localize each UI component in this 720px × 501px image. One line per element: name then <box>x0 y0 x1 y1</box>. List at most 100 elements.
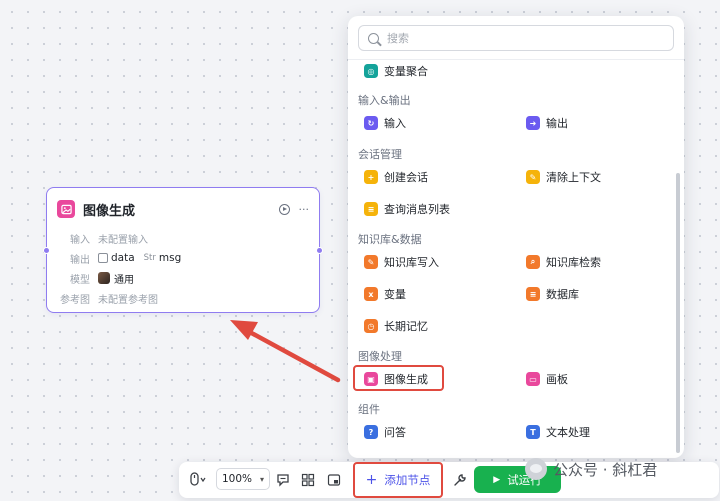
item-kb-search[interactable]: ⌕ 知识库检索 <box>526 253 601 271</box>
kb-write-icon: ✎ <box>364 255 378 269</box>
model-avatar <box>98 272 110 284</box>
node-row-model: 模型 通用 <box>57 268 309 288</box>
chat-search-icon: ≡ <box>364 202 378 216</box>
image-icon <box>57 200 75 218</box>
section-knowledge: 知识库&数据 <box>358 233 422 246</box>
image-generation-node[interactable]: 图像生成 ··· 输入 未配置输入 输出 data Str msg 模型 通用 <box>43 187 323 313</box>
node-row-input: 输入 未配置输入 <box>57 228 309 248</box>
item-create-chat[interactable]: + 创建会话 <box>364 168 428 186</box>
item-label: 图像生成 <box>384 373 428 386</box>
item-variable[interactable]: x 变量 <box>364 285 406 303</box>
item-label: 知识库写入 <box>384 256 439 269</box>
search-icon <box>368 32 379 44</box>
question-icon: ? <box>364 425 378 439</box>
aggregate-icon: ◎ <box>364 64 378 78</box>
model-value: 通用 <box>114 274 134 286</box>
search-placeholder: 搜索 <box>387 32 409 45</box>
item-label: 问答 <box>384 426 406 439</box>
chat-clear-icon: ✎ <box>526 170 540 184</box>
item-long-memory[interactable]: ◷ 长期记忆 <box>364 317 428 335</box>
item-label: 清除上下文 <box>546 171 601 184</box>
memory-icon: ◷ <box>364 319 378 333</box>
chat-add-icon: + <box>364 170 378 184</box>
node-body: 输入 未配置输入 输出 data Str msg 模型 通用 参考图 未配置参考… <box>57 228 309 308</box>
minimap-icon[interactable] <box>325 471 343 489</box>
image-icon: ▣ <box>364 372 378 386</box>
item-label: 变量聚合 <box>384 65 428 78</box>
text-icon: T <box>526 425 540 439</box>
node-header: 图像生成 ··· <box>57 198 309 220</box>
chevron-down-icon: ▾ <box>259 474 264 484</box>
canvas-icon: ▭ <box>526 372 540 386</box>
item-input[interactable]: ↻ 输入 <box>364 114 406 132</box>
reference-value: 未配置参考图 <box>98 294 158 306</box>
node-input-handle[interactable] <box>43 247 50 254</box>
item-label: 输出 <box>546 117 568 130</box>
item-label: 知识库检索 <box>546 256 601 269</box>
play-icon: ▶ <box>493 474 501 485</box>
play-icon[interactable] <box>278 203 290 215</box>
node-output-handle[interactable] <box>316 247 323 254</box>
item-qa[interactable]: ? 问答 <box>364 423 406 441</box>
item-label: 数据库 <box>546 288 579 301</box>
section-component: 组件 <box>358 403 380 416</box>
scrollbar[interactable] <box>676 173 680 453</box>
output-icon: ➜ <box>526 116 540 130</box>
item-canvas[interactable]: ▭ 画板 <box>526 370 568 388</box>
watermark-text: 公众号 · 斜杠君 <box>553 460 658 479</box>
string-type-label: Str <box>143 253 156 263</box>
section-image: 图像处理 <box>358 350 402 363</box>
node-list: ◎ 变量聚合 输入&输出 ↻ 输入 ➜ 输出 会话管理 + 创建会话 ✎ 清除上… <box>348 62 684 458</box>
section-chat: 会话管理 <box>358 148 402 161</box>
item-label: 画板 <box>546 373 568 386</box>
item-label: 创建会话 <box>384 171 428 184</box>
item-text-processing[interactable]: T 文本处理 <box>526 423 590 441</box>
variable-icon: x <box>364 287 378 301</box>
item-database[interactable]: ≡ 数据库 <box>526 285 579 303</box>
item-label: 变量 <box>384 288 406 301</box>
node-actions: ··· <box>278 203 310 216</box>
wechat-logo-icon <box>525 458 547 480</box>
section-io: 输入&输出 <box>358 94 411 107</box>
kb-search-icon: ⌕ <box>526 255 540 269</box>
item-label: 长期记忆 <box>384 320 428 333</box>
more-icon[interactable]: ··· <box>299 203 310 216</box>
add-node-button[interactable]: + 添加节点 <box>353 462 443 498</box>
layout-icon[interactable] <box>299 471 317 489</box>
add-node-label: 添加节点 <box>384 473 431 487</box>
mouse-mode-icon[interactable] <box>187 471 209 489</box>
item-label: 文本处理 <box>546 426 590 439</box>
input-value: 未配置输入 <box>98 234 148 246</box>
item-label: 查询消息列表 <box>384 203 450 216</box>
output-tag-msg: Str msg <box>144 252 182 264</box>
image-type-icon <box>98 253 108 263</box>
node-title: 图像生成 <box>83 203 136 219</box>
input-icon: ↻ <box>364 116 378 130</box>
output-tag-data-name: data <box>111 252 135 264</box>
plus-icon: + <box>365 472 378 488</box>
item-clear-context[interactable]: ✎ 清除上下文 <box>526 168 601 186</box>
item-output[interactable]: ➜ 输出 <box>526 114 568 132</box>
item-image-generation[interactable]: ▣ 图像生成 <box>364 370 428 388</box>
reference-label: 参考图 <box>60 294 90 306</box>
node-row-output: 输出 data Str msg <box>57 248 309 268</box>
search-input[interactable]: 搜索 <box>358 25 674 51</box>
output-tag-data: data <box>98 252 135 264</box>
output-tag-msg-name: msg <box>158 252 182 264</box>
zoom-select[interactable]: 100% ▾ <box>216 468 270 490</box>
watermark: 公众号 · 斜杠君 <box>525 458 657 480</box>
item-kb-write[interactable]: ✎ 知识库写入 <box>364 253 439 271</box>
model-label: 模型 <box>70 274 90 286</box>
item-variable-aggregate[interactable]: ◎ 变量聚合 <box>364 62 428 80</box>
output-label: 输出 <box>70 254 90 266</box>
item-query-messages[interactable]: ≡ 查询消息列表 <box>364 200 450 218</box>
node-picker-panel: 搜索 ◎ 变量聚合 输入&输出 ↻ 输入 ➜ 输出 会话管理 + 创建会话 ✎ … <box>348 16 684 458</box>
node-row-reference: 参考图 未配置参考图 <box>57 288 309 308</box>
zoom-value: 100% <box>222 473 253 485</box>
comment-icon[interactable] <box>274 471 292 489</box>
database-icon: ≡ <box>526 287 540 301</box>
wrench-icon[interactable] <box>451 471 469 489</box>
input-label: 输入 <box>70 234 90 246</box>
divider <box>348 59 684 60</box>
item-label: 输入 <box>384 117 406 130</box>
